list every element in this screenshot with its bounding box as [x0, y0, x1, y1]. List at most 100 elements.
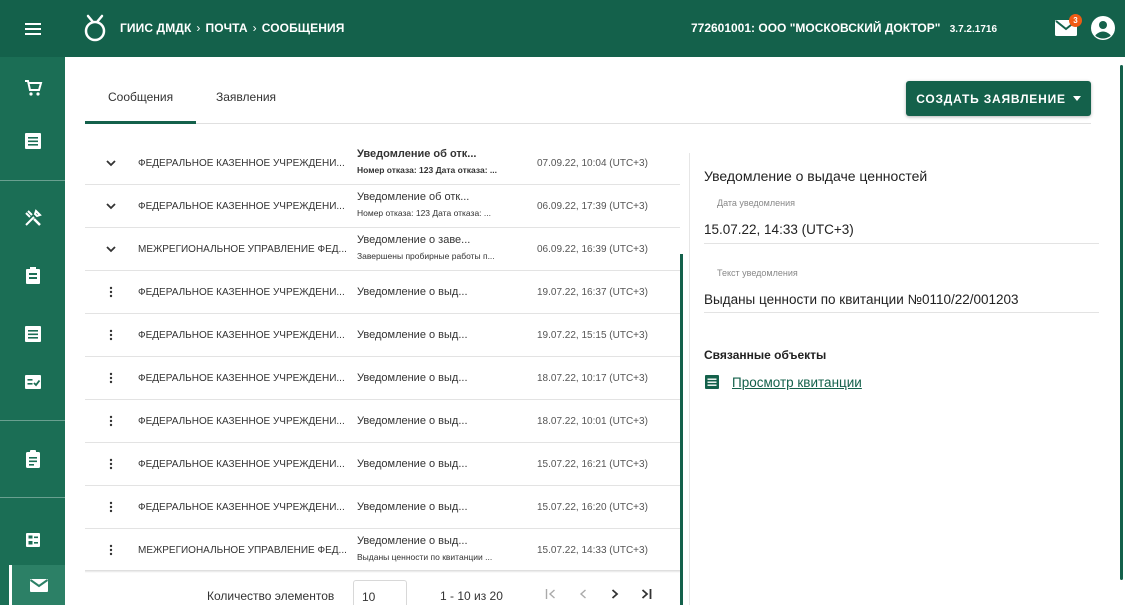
related-objects-title: Связанные объекты [704, 348, 827, 362]
active-tab-indicator [85, 121, 196, 124]
message-row[interactable]: ФЕДЕРАЛЬНОЕ КАЗЕННОЕ УЧРЕЖДЕНИ... Уведомл… [85, 185, 680, 228]
message-date: 18.07.22, 10:01 (UTC+3) [537, 415, 648, 427]
page-scrollbar[interactable] [1120, 65, 1123, 580]
version-label: 3.7.2.1716 [949, 24, 997, 35]
message-subtitle: Завершены пробирные работы п... [357, 251, 495, 261]
message-title: Уведомление о заве... [357, 234, 471, 246]
page-size-label: Количество элементов [207, 589, 335, 603]
mail-icon[interactable] [9, 565, 65, 605]
message-row[interactable]: МЕЖРЕГИОНАЛЬНОЕ УПРАВЛЕНИЕ ФЕД... Уведомл… [85, 529, 680, 572]
message-sender: ФЕДЕРАЛЬНОЕ КАЗЕННОЕ УЧРЕЖДЕНИ... [138, 372, 345, 384]
badge-icon[interactable] [0, 250, 65, 302]
first-page-icon[interactable] [543, 586, 559, 602]
message-row[interactable]: МЕЖРЕГИОНАЛЬНОЕ УПРАВЛЕНИЕ ФЕД... Уведомл… [85, 228, 680, 271]
message-title: Уведомление о выд... [357, 500, 468, 513]
message-subtitle: Выданы ценности по квитанции ... [357, 552, 493, 562]
panel-divider [689, 153, 690, 605]
message-date: 19.07.22, 15:15 (UTC+3) [537, 329, 648, 341]
more-vert-icon[interactable] [103, 357, 119, 399]
breadcrumb-item: СООБЩЕНИЯ [261, 21, 345, 35]
message-title: Уведомление о выд... [357, 328, 468, 341]
message-date: 06.09.22, 16:39 (UTC+3) [537, 243, 648, 255]
menu-icon[interactable] [0, 0, 65, 57]
document-icon[interactable] [0, 308, 65, 360]
message-row[interactable]: ФЕДЕРАЛЬНОЕ КАЗЕННОЕ УЧРЕЖДЕНИ... Уведомл… [85, 357, 680, 400]
message-title: Уведомление о выд... [357, 371, 468, 384]
message-title: Уведомление об отк... [357, 148, 477, 160]
account-icon[interactable] [1091, 16, 1115, 40]
date-value: 15.07.22, 14:33 (UTC+3) [704, 222, 854, 237]
message-title: Уведомление о выд... [357, 457, 468, 470]
chevron-down-icon[interactable] [103, 185, 119, 227]
message-date: 15.07.22, 16:20 (UTC+3) [537, 501, 648, 513]
message-date: 18.07.22, 10:17 (UTC+3) [537, 372, 648, 384]
view-receipt-label: Просмотр квитанции [732, 374, 862, 390]
message-sender: МЕЖРЕГИОНАЛЬНОЕ УПРАВЛЕНИЕ ФЕД... [138, 544, 347, 556]
create-application-button[interactable]: СОЗДАТЬ ЗАЯВЛЕНИЕ [906, 81, 1091, 116]
tools-icon[interactable] [0, 192, 65, 244]
message-title: Уведомление о выд... [357, 285, 468, 298]
create-application-label: СОЗДАТЬ ЗАЯВЛЕНИЕ [916, 91, 1066, 106]
page-range-label: 1 - 10 из 20 [440, 589, 503, 603]
more-vert-icon[interactable] [103, 486, 119, 528]
list-shadow [85, 570, 680, 573]
clipboard-icon[interactable] [0, 433, 65, 485]
mail-count-badge: 3 [1069, 14, 1082, 27]
message-sender: ФЕДЕРАЛЬНОЕ КАЗЕННОЕ УЧРЕЖДЕНИ... [138, 157, 345, 169]
list-icon[interactable] [0, 115, 65, 167]
message-date: 07.09.22, 10:04 (UTC+3) [537, 157, 648, 169]
text-label: Текст уведомления [717, 268, 798, 278]
message-subtitle: Номер отказа: 123 Дата отказа: ... [357, 208, 491, 218]
tabs-divider [85, 123, 1091, 124]
organization-name: 772601001: ООО "МОСКОВСКИЙ ДОКТОР" [690, 21, 941, 35]
chevron-down-icon[interactable] [103, 228, 119, 270]
message-title: Уведомление о выд... [357, 535, 468, 547]
rail-divider [0, 497, 65, 498]
more-vert-icon[interactable] [103, 314, 119, 356]
message-sender: МЕЖРЕГИОНАЛЬНОЕ УПРАВЛЕНИЕ ФЕД... [138, 243, 347, 255]
message-sender: ФЕДЕРАЛЬНОЕ КАЗЕННОЕ УЧРЕЖДЕНИ... [138, 200, 345, 212]
breadcrumb-item[interactable]: ГИИС ДМДК [120, 21, 191, 35]
more-vert-icon[interactable] [103, 271, 119, 313]
message-row[interactable]: ФЕДЕРАЛЬНОЕ КАЗЕННОЕ УЧРЕЖДЕНИ... Уведомл… [85, 443, 680, 486]
breadcrumb-item[interactable]: ПОЧТА [205, 21, 247, 35]
view-receipt-link[interactable]: Просмотр квитанции [704, 374, 862, 390]
message-sender: ФЕДЕРАЛЬНОЕ КАЗЕННОЕ УЧРЕЖДЕНИ... [138, 458, 345, 470]
more-vert-icon[interactable] [103, 529, 119, 571]
message-sender: ФЕДЕРАЛЬНОЕ КАЗЕННОЕ УЧРЕЖДЕНИ... [138, 501, 345, 513]
message-row[interactable]: ФЕДЕРАЛЬНОЕ КАЗЕННОЕ УЧРЕЖДЕНИ... Уведомл… [85, 486, 680, 529]
caret-down-icon [1072, 96, 1081, 101]
side-rail [0, 57, 65, 605]
text-value: Выданы ценности по квитанции №0110/22/00… [704, 292, 1019, 307]
more-vert-icon[interactable] [103, 400, 119, 442]
page-size-select[interactable]: 10 [353, 580, 407, 605]
detail-heading: Уведомление о выдаче ценностей [704, 168, 928, 184]
message-row[interactable]: ФЕДЕРАЛЬНОЕ КАЗЕННОЕ УЧРЕЖДЕНИ... Уведомл… [85, 314, 680, 357]
chevron-down-icon[interactable] [103, 142, 119, 184]
pagination: Количество элементов 10 1 - 10 из 20 [85, 580, 680, 605]
checklist-icon[interactable] [0, 356, 65, 408]
message-row[interactable]: ФЕДЕРАЛЬНОЕ КАЗЕННОЕ УЧРЕЖДЕНИ... Уведомл… [85, 400, 680, 443]
next-page-icon[interactable] [607, 586, 623, 602]
list-scrollbar[interactable] [680, 254, 683, 605]
document-icon [705, 375, 719, 389]
message-date: 15.07.22, 14:33 (UTC+3) [537, 544, 648, 556]
text-divider [704, 312, 1099, 313]
cart-icon[interactable] [0, 62, 65, 114]
message-title: Уведомление о выд... [357, 414, 468, 427]
previous-page-icon[interactable] [575, 586, 591, 602]
rail-divider [0, 180, 65, 181]
tab-messages[interactable]: Сообщения [108, 90, 173, 104]
tab-applications[interactable]: Заявления [216, 90, 276, 104]
message-date: 15.07.22, 16:21 (UTC+3) [537, 458, 648, 470]
organization-label[interactable]: 772601001: ООО "МОСКОВСКИЙ ДОКТОР" 3.7.2… [691, 21, 997, 35]
rail-divider [0, 420, 65, 421]
more-vert-icon[interactable] [103, 443, 119, 485]
message-row[interactable]: ФЕДЕРАЛЬНОЕ КАЗЕННОЕ УЧРЕЖДЕНИ... Уведомл… [85, 142, 680, 185]
message-sender: ФЕДЕРАЛЬНОЕ КАЗЕННОЕ УЧРЕЖДЕНИ... [138, 415, 345, 427]
message-row[interactable]: ФЕДЕРАЛЬНОЕ КАЗЕННОЕ УЧРЕЖДЕНИ... Уведомл… [85, 271, 680, 314]
dashboard-icon[interactable] [0, 514, 65, 566]
logo-icon [84, 14, 106, 42]
last-page-icon[interactable] [638, 586, 654, 602]
message-subtitle: Номер отказа: 123 Дата отказа: ... [357, 165, 497, 175]
